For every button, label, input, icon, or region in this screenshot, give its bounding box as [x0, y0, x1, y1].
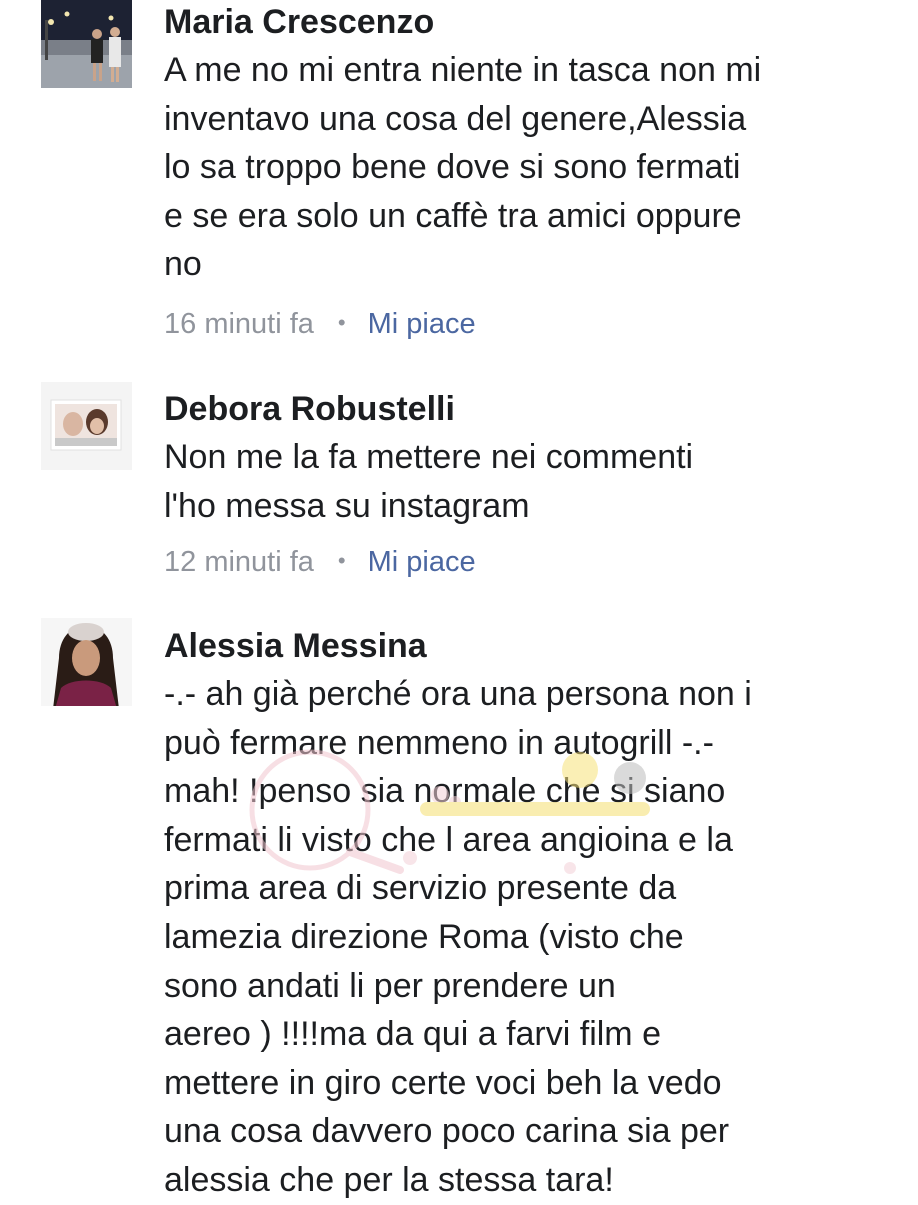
avatar-photo [41, 382, 132, 470]
comment-text-line: A me no mi entra niente in tasca non mi [164, 51, 762, 89]
comment-text-line: sono andati li per prendere un [164, 966, 616, 1005]
comment-timestamp: 16 minuti fa [164, 308, 314, 340]
comment-text-line: può fermare nemmeno in autogrill -.- [164, 723, 714, 762]
like-button[interactable]: Mi piace [368, 546, 476, 578]
separator-dot: • [337, 548, 346, 573]
comment-author[interactable]: Debora Robustelli [164, 389, 455, 429]
comment-author[interactable]: Maria Crescenzo [164, 2, 434, 42]
comment-meta: 12 minuti fa • Mi piace [164, 544, 476, 582]
comment-timestamp: 12 minuti fa [164, 546, 314, 578]
comment-text-line: una cosa davvero poco carina sia per [164, 1112, 730, 1151]
like-button[interactable]: Mi piace [368, 308, 476, 340]
separator-dot: • [337, 310, 346, 335]
comment-meta: 16 minuti fa • Mi piace [164, 306, 476, 344]
comment-text-line: mettere in giro certe voci beh la vedo [164, 1063, 722, 1102]
comment-text-line: l'ho messa su instagram [164, 486, 530, 525]
comment-text-line: inventavo una cosa del genere,Alessia [164, 99, 747, 138]
comment-text-line: no [164, 245, 202, 284]
comment-text-line: -.- ah già perché ora una persona non i [164, 675, 752, 713]
avatar[interactable] [41, 0, 132, 88]
avatar[interactable] [41, 382, 132, 470]
comment-text-line: e se era solo un caffè tra amici oppure [164, 196, 742, 235]
comment-text: A me no mi entra niente in tasca non mi … [164, 46, 894, 289]
comment-text-line: lamezia direzione Roma (visto che [164, 917, 684, 956]
comment-text-line: prima area di servizio presente da [164, 869, 677, 908]
comment-author[interactable]: Alessia Messina [164, 626, 427, 666]
comment-text-line: aereo ) !!!!ma da qui a farvi film e [164, 1015, 661, 1054]
comment-text: -.- ah già perché ora una persona non i … [164, 670, 894, 1205]
comment-text-line: alessia che per la stessa tara! [164, 1160, 614, 1199]
comment-text: Non me la fa mettere nei commenti l'ho m… [164, 433, 894, 530]
comment-text-line: mah! !penso sia normale che si siano [164, 772, 726, 811]
comment-text-line: fermati li visto che l area angioina e l… [164, 820, 733, 859]
avatar-photo [41, 0, 132, 88]
avatar[interactable] [41, 618, 132, 706]
comment-text-line: Non me la fa mettere nei commenti [164, 438, 694, 476]
comment-text-line: lo sa troppo bene dove si sono fermati [164, 148, 741, 187]
avatar-photo [41, 618, 132, 706]
